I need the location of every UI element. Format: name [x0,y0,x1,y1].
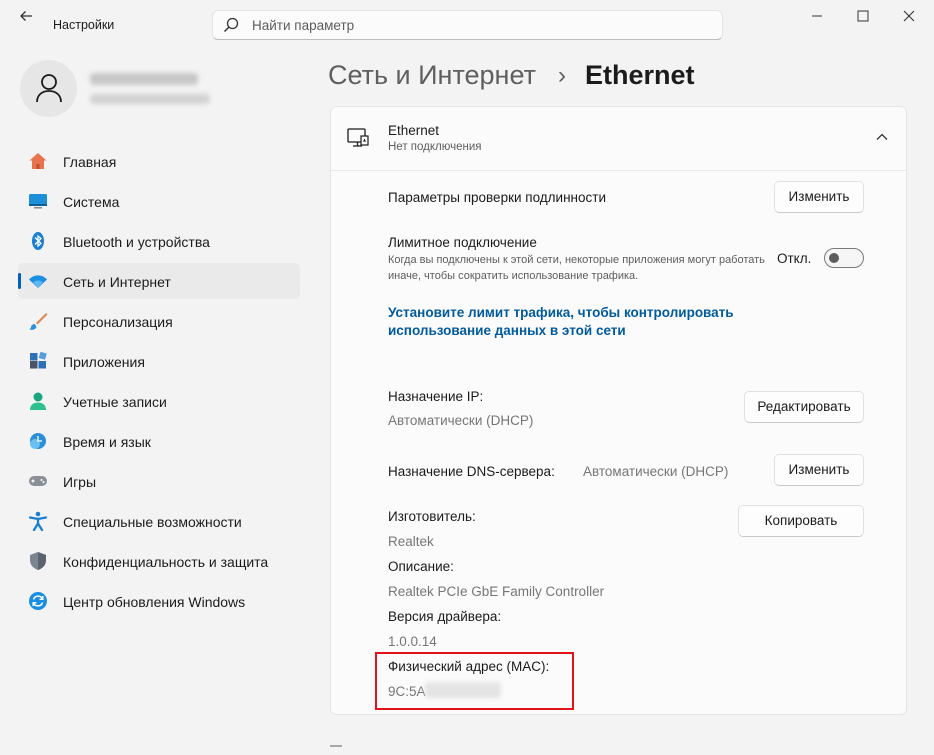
wifi-icon [29,275,47,288]
breadcrumb-chevron-icon: › [558,62,566,89]
sidebar-item-label: Время и язык [63,434,151,450]
dns-assignment-value: Автоматически (DHCP) [583,464,729,479]
sidebar-item-label: Система [63,194,120,210]
ip-edit-button[interactable]: Редактировать [744,391,864,423]
description-value: Realtek PCIe GbE Family Controller [388,584,605,599]
sidebar-item-label: Персонализация [63,314,173,330]
chevron-up-icon[interactable] [874,129,890,145]
accessibility-icon [28,511,48,531]
sidebar-item-label: Центр обновления Windows [63,594,246,610]
bluetooth-icon [32,232,44,250]
search-input[interactable]: Найти параметр [212,10,723,40]
app-title: Настройки [53,18,115,32]
minimize-icon [812,15,822,17]
sidebar-item-bluetooth[interactable]: Bluetooth и устройства [18,223,300,259]
sidebar-item-privacy[interactable]: Конфиденциальность и защита [18,543,300,579]
maximize-button[interactable] [848,6,878,28]
account-icon [30,392,46,410]
manufacturer-label: Изготовитель: [388,509,476,524]
metered-toggle[interactable] [824,248,864,268]
update-icon [29,592,47,610]
mac-highlight-box [375,652,574,710]
dns-edit-button[interactable]: Изменить [774,454,864,486]
avatar[interactable] [20,60,77,117]
arrow-left-icon [20,11,32,21]
sidebar-item-time-language[interactable]: Время и язык [18,423,300,459]
sidebar-item-label: Сеть и Интернет [63,274,171,290]
user-icon [36,74,62,103]
ethernet-icon [347,128,369,147]
sidebar-item-label: Приложения [63,354,145,370]
sidebar-item-accessibility[interactable]: Специальные возможности [18,503,300,539]
sidebar-item-label: Bluetooth и устройства [63,234,210,250]
close-button[interactable] [894,6,924,28]
search-placeholder: Найти параметр [252,18,355,33]
gamepad-icon [29,476,47,486]
ethernet-card: Ethernet Нет подключения Параметры прове… [330,106,907,715]
page-title: Ethernet [585,60,695,90]
sidebar-item-accounts[interactable]: Учетные записи [18,383,300,419]
scroll-hint [330,745,342,755]
home-icon [29,153,47,169]
close-icon [903,10,915,22]
metered-description: Когда вы подключены к этой сети, некотор… [388,254,765,282]
sidebar-item-gaming[interactable]: Игры [18,463,300,499]
manufacturer-value: Realtek [388,534,434,549]
minimize-button[interactable] [802,6,832,28]
sidebar-item-home[interactable]: Главная [18,143,300,179]
account-email-redacted [90,94,210,104]
auth-edit-button[interactable]: Изменить [774,181,864,213]
ip-assignment-label: Назначение IP: [388,389,484,404]
shield-icon [30,552,46,570]
driver-version-value: 1.0.0.14 [388,634,437,649]
time-language-icon [30,433,46,449]
sidebar-item-network[interactable]: Сеть и Интернет [18,263,300,299]
connection-status: Нет подключения [388,141,482,153]
sidebar-item-windows-update[interactable]: Центр обновления Windows [18,583,300,619]
ethernet-title: Ethernet [388,123,440,138]
ip-assignment-value: Автоматически (DHCP) [388,413,534,428]
driver-version-label: Версия драйвера: [388,609,502,624]
system-icon [29,194,47,209]
search-icon [223,17,239,33]
sidebar-item-label: Конфиденциальность и защита [63,554,269,570]
sidebar-item-label: Специальные возможности [63,514,242,530]
ethernet-header[interactable]: Ethernet Нет подключения [331,107,906,171]
copy-button[interactable]: Копировать [738,505,864,537]
sidebar-item-label: Игры [63,474,97,490]
toggle-knob [829,253,839,263]
sidebar-nav: Главная Система Bluetooth и устройства С… [18,143,300,623]
description-label: Описание: [388,559,454,574]
sidebar-item-label: Учетные записи [63,394,167,410]
sidebar-item-system[interactable]: Система [18,183,300,219]
dns-assignment-label: Назначение DNS-сервера: [388,464,555,479]
metered-state: Откл. [777,251,812,266]
metered-label: Лимитное подключение [388,235,537,250]
title-bar: Настройки Найти параметр [0,0,934,40]
data-limit-link[interactable]: Установите лимит трафика, чтобы контроли… [388,304,838,340]
auth-settings-label: Параметры проверки подлинности [388,190,606,205]
brush-icon [29,313,48,330]
account-name-redacted [90,73,198,85]
sidebar-item-label: Главная [63,154,117,170]
apps-icon [30,351,47,369]
maximize-icon [857,10,869,22]
sidebar-item-apps[interactable]: Приложения [18,343,300,379]
back-button[interactable] [14,9,38,27]
breadcrumb-parent[interactable]: Сеть и Интернет [328,60,536,91]
sidebar-item-personalization[interactable]: Персонализация [18,303,300,339]
